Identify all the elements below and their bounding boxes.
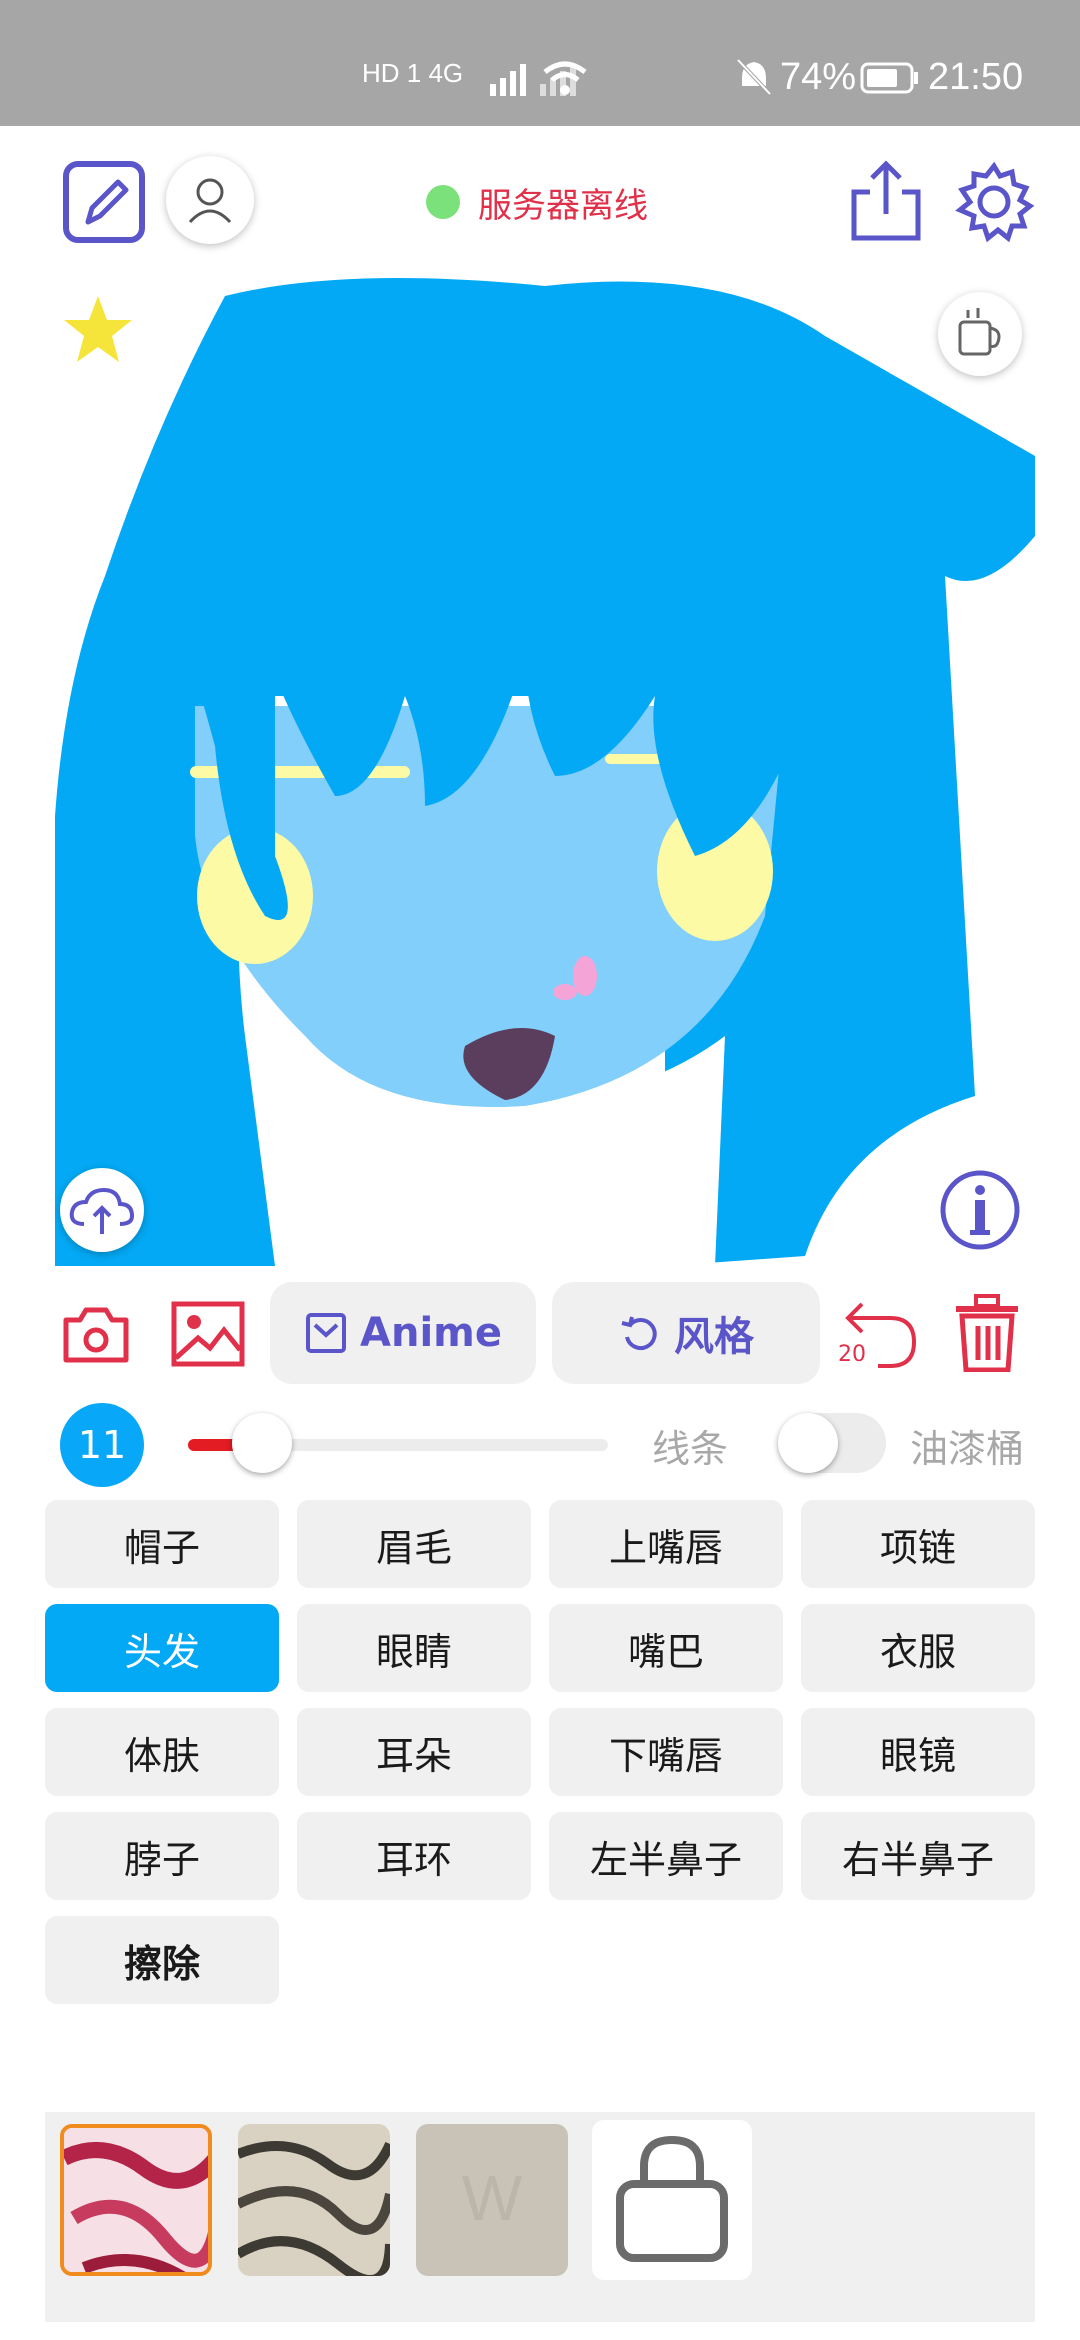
profile-button[interactable]: [166, 156, 254, 244]
category-hair[interactable]: 头发: [45, 1604, 279, 1692]
category-eyebrows[interactable]: 眉毛: [297, 1500, 531, 1588]
red-texture-thumbnail: [64, 2128, 208, 2272]
network-indicator: HD 1 4G: [362, 58, 464, 88]
category-ears[interactable]: 耳朵: [297, 1708, 531, 1796]
category-left-nose[interactable]: 左半鼻子: [549, 1812, 783, 1900]
category-upper-lip[interactable]: 上嘴唇: [549, 1500, 783, 1588]
status-bar: HD 1 4G 74% 21:50: [0, 0, 1080, 126]
server-status-text: 服务器离线: [478, 185, 648, 226]
line-mode-label: 线条: [652, 1427, 729, 1471]
category-lower-lip[interactable]: 下嘴唇: [549, 1708, 783, 1796]
cloud-upload-icon: [69, 1187, 135, 1234]
battery-icon: [860, 62, 918, 94]
category-earrings[interactable]: 耳环: [297, 1812, 531, 1900]
status-dot: [426, 185, 460, 219]
wifi-icon: [543, 61, 587, 95]
category-hat[interactable]: 帽子: [45, 1500, 279, 1588]
clock: 21:50: [928, 56, 1024, 98]
user-icon: [188, 178, 232, 224]
drawing-canvas[interactable]: [45, 276, 1035, 1266]
category-mouth[interactable]: 嘴巴: [549, 1604, 783, 1692]
battery-percent: 74%: [780, 56, 857, 98]
svg-text:W: W: [462, 2162, 523, 2234]
info-icon[interactable]: [938, 1168, 1022, 1252]
category-neck[interactable]: 脖子: [45, 1812, 279, 1900]
mute-bell-icon: [736, 58, 772, 96]
store-button[interactable]: [592, 2120, 752, 2280]
bucket-mode-label: 油漆桶: [910, 1427, 1025, 1471]
category-necklace[interactable]: 项链: [801, 1500, 1035, 1588]
stripe-texture-thumbnail: [238, 2124, 390, 2276]
style-label: 风格: [674, 1314, 754, 1360]
star-icon[interactable]: [60, 292, 136, 368]
image-icon[interactable]: [170, 1300, 246, 1368]
undo-button[interactable]: 20: [838, 1294, 922, 1372]
rotate-icon: [621, 1316, 657, 1351]
coffee-cup-icon: [958, 308, 1001, 356]
category-glasses[interactable]: 眼镜: [801, 1708, 1035, 1796]
style-thumbnail-1[interactable]: [60, 2124, 212, 2276]
style-thumbnail-2[interactable]: [238, 2124, 390, 2276]
gear-icon[interactable]: [952, 160, 1036, 244]
style-thumbnail-3[interactable]: W: [416, 2124, 568, 2276]
anime-sketch: [55, 278, 1035, 1266]
brush-size-indicator: 11: [60, 1403, 144, 1487]
anime-label: Anime: [360, 1310, 502, 1356]
slider-thumb[interactable]: [232, 1413, 292, 1473]
blank-texture-thumbnail: W: [416, 2124, 568, 2276]
undo-count: 20: [838, 1342, 866, 1367]
category-eraser[interactable]: 擦除: [45, 1916, 279, 2004]
shopping-bag-icon: [616, 2135, 728, 2262]
camera-icon[interactable]: [60, 1302, 132, 1366]
share-icon[interactable]: [848, 158, 924, 244]
edit-icon[interactable]: [62, 160, 146, 244]
category-right-nose[interactable]: 右半鼻子: [801, 1812, 1035, 1900]
trash-icon[interactable]: [952, 1294, 1022, 1372]
category-skin[interactable]: 体肤: [45, 1708, 279, 1796]
toggle-knob[interactable]: [778, 1413, 838, 1473]
server-status: 服务器离线: [426, 180, 648, 226]
upload-button[interactable]: [60, 1168, 144, 1252]
anime-button[interactable]: Anime: [270, 1282, 536, 1384]
coffee-button[interactable]: [938, 292, 1022, 376]
category-eyes[interactable]: 眼睛: [297, 1604, 531, 1692]
style-button[interactable]: 风格: [552, 1282, 820, 1384]
mail-icon: [306, 1313, 347, 1353]
category-clothes[interactable]: 衣服: [801, 1604, 1035, 1692]
